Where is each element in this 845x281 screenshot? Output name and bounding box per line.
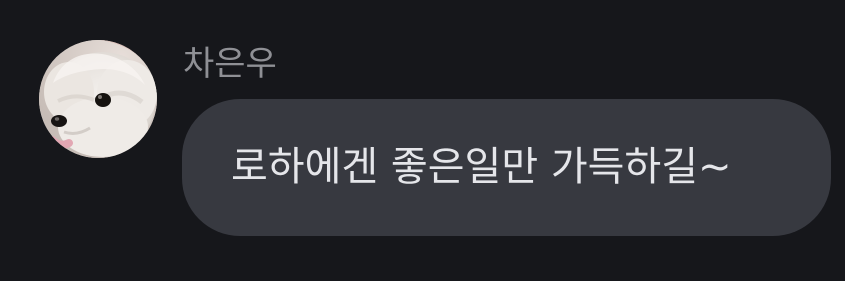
- avatar[interactable]: [39, 40, 157, 158]
- dog-avatar-icon: [39, 40, 157, 158]
- chat-screen: 차은우 로하에겐 좋은일만 가득하길~: [0, 0, 845, 281]
- message-bubble[interactable]: 로하에겐 좋은일만 가득하길~: [182, 99, 831, 236]
- chat-message: 차은우 로하에겐 좋은일만 가득하길~: [0, 0, 845, 281]
- message-text: 로하에겐 좋은일만 가득하길~: [231, 144, 732, 190]
- sender-name[interactable]: 차은우: [183, 42, 277, 86]
